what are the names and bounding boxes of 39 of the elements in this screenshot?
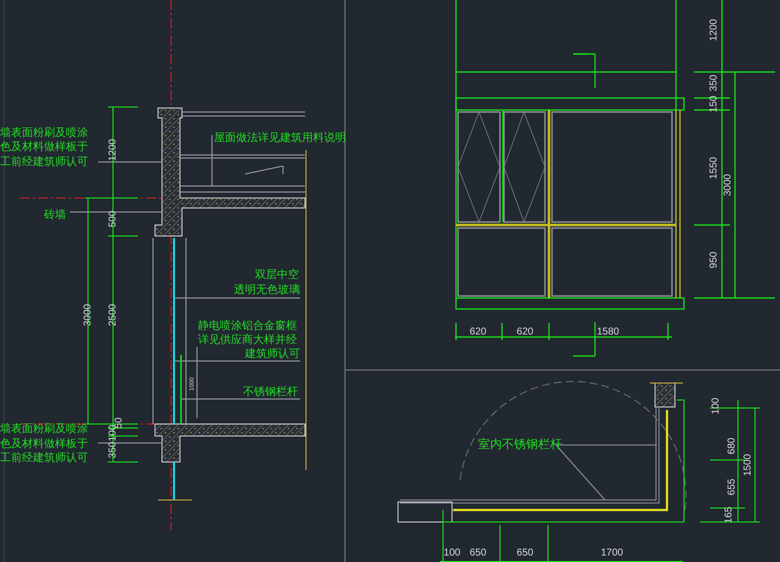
annotation-label: 色及材料做样板于 bbox=[0, 437, 88, 450]
annotation-label: 墙表面粉刷及喷涂 bbox=[0, 126, 88, 139]
dimension-label: 100 bbox=[710, 398, 722, 414]
dimension-label: 2500 bbox=[108, 304, 119, 326]
dimension-label: 620 bbox=[516, 326, 534, 338]
dimension-label: 1200 bbox=[108, 138, 119, 162]
annotation-label: 色及材料做样板于 bbox=[0, 140, 88, 153]
dimension-label: 680 bbox=[726, 438, 738, 454]
dimension-label: 1700 bbox=[600, 548, 624, 559]
dimension-label: 620 bbox=[470, 326, 486, 338]
annotation-label: 室内不锈钢栏杆 bbox=[478, 437, 562, 451]
annotation-label: 建筑师认可 bbox=[245, 347, 300, 360]
dimension-label: 500 bbox=[108, 210, 119, 228]
dimension-label: 3000 bbox=[82, 304, 94, 326]
dimension-label: 650 bbox=[470, 548, 486, 559]
annotation-label: 静电喷涂铝合金窗框 bbox=[198, 319, 297, 332]
dimension-label: 1500 bbox=[742, 454, 754, 476]
annotation-label: 双层中空 bbox=[255, 268, 299, 281]
annotation-label: 详见供应商大样并经 bbox=[198, 333, 297, 346]
annotation-label: 屋面做法详见建筑用料说明 bbox=[214, 131, 346, 144]
annotation-label: 工前经建筑师认可 bbox=[0, 155, 88, 168]
annotation-label: 墙表面粉刷及喷涂 bbox=[0, 422, 88, 435]
dimension-label: 1580 bbox=[596, 326, 620, 338]
annotation-label: 砖墙 bbox=[44, 208, 66, 221]
dimension-label: 650 bbox=[516, 548, 534, 559]
dimension-label: 165 bbox=[724, 506, 735, 524]
dimension-label: 1200 bbox=[708, 18, 720, 42]
dimension-label: 50 bbox=[114, 417, 125, 429]
dimension-label: 350 bbox=[108, 442, 119, 458]
dimension-label: 950 bbox=[708, 252, 720, 268]
dimension-label: 100 bbox=[444, 548, 460, 559]
dimension-label: 150 bbox=[708, 96, 720, 112]
annotation-label: 工前经建筑师认可 bbox=[0, 451, 88, 464]
dimension-label: 1550 bbox=[708, 156, 720, 180]
annotation-label: 透明无色玻璃 bbox=[234, 283, 300, 296]
dimension-label: 655 bbox=[726, 478, 738, 496]
dimension-label: 3000 bbox=[722, 174, 734, 196]
annotation-label: 不锈钢栏杆 bbox=[243, 385, 298, 398]
dimension-label: 350 bbox=[708, 74, 720, 92]
